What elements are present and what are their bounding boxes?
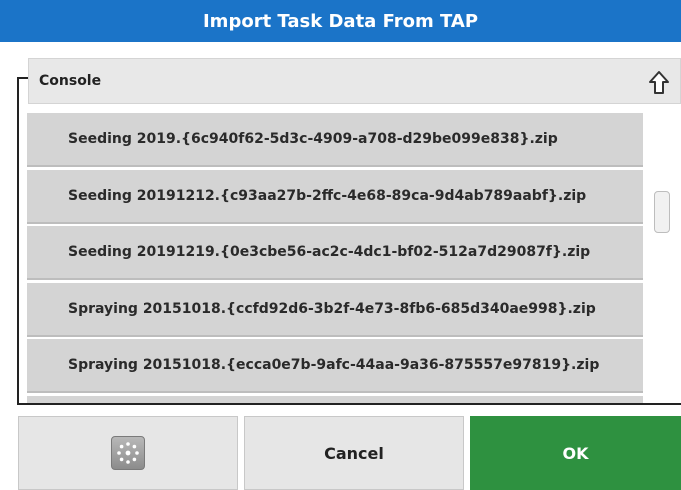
file-row[interactable]: Spraying 20151018.{ccfd92d6-3b2f-4e73-8f… xyxy=(27,282,643,337)
scrollbar-thumb[interactable] xyxy=(654,191,670,233)
dialog-footer: Cancel OK xyxy=(0,413,681,490)
dialog-title: Import Task Data From TAP xyxy=(0,0,681,42)
scrollbar[interactable] xyxy=(645,112,681,403)
location-label: Console xyxy=(39,73,102,89)
file-row-partial[interactable] xyxy=(27,395,643,403)
cancel-button[interactable]: Cancel xyxy=(244,416,464,490)
import-dialog: Import Task Data From TAP Console Seedin… xyxy=(0,0,681,490)
settings-button[interactable] xyxy=(18,416,238,490)
folder-up-icon xyxy=(649,71,669,94)
file-name: Seeding 20191212.{c93aa27b-2ffc-4e68-89c… xyxy=(68,187,587,204)
file-row[interactable]: Seeding 2019.{6c940f62-5d3c-4909-a708-d2… xyxy=(27,113,643,167)
dialog-title-text: Import Task Data From TAP xyxy=(202,10,479,32)
file-row[interactable]: Seeding 20191219.{0e3cbe56-ac2c-4dc1-bf0… xyxy=(27,226,643,280)
file-name: Spraying 20151018.{ecca0e7b-9afc-44aa-9a… xyxy=(68,357,600,373)
file-name: Spraying 20151018.{ccfd92d6-3b2f-4e73-8f… xyxy=(68,300,596,317)
location-bar: Console xyxy=(28,58,681,104)
settings-icon xyxy=(111,436,145,470)
file-row[interactable]: Seeding 20191212.{c93aa27b-2ffc-4e68-89c… xyxy=(27,169,643,224)
ok-button[interactable]: OK xyxy=(470,416,681,490)
file-name: Seeding 20191219.{0e3cbe56-ac2c-4dc1-bf0… xyxy=(68,244,591,260)
file-name: Seeding 2019.{6c940f62-5d3c-4909-a708-d2… xyxy=(68,131,558,147)
file-list[interactable]: Seeding 2019.{6c940f62-5d3c-4909-a708-d2… xyxy=(19,112,681,403)
folder-up-button[interactable] xyxy=(642,64,676,98)
file-row[interactable]: Spraying 20151018.{ecca0e7b-9afc-44aa-9a… xyxy=(27,339,643,393)
